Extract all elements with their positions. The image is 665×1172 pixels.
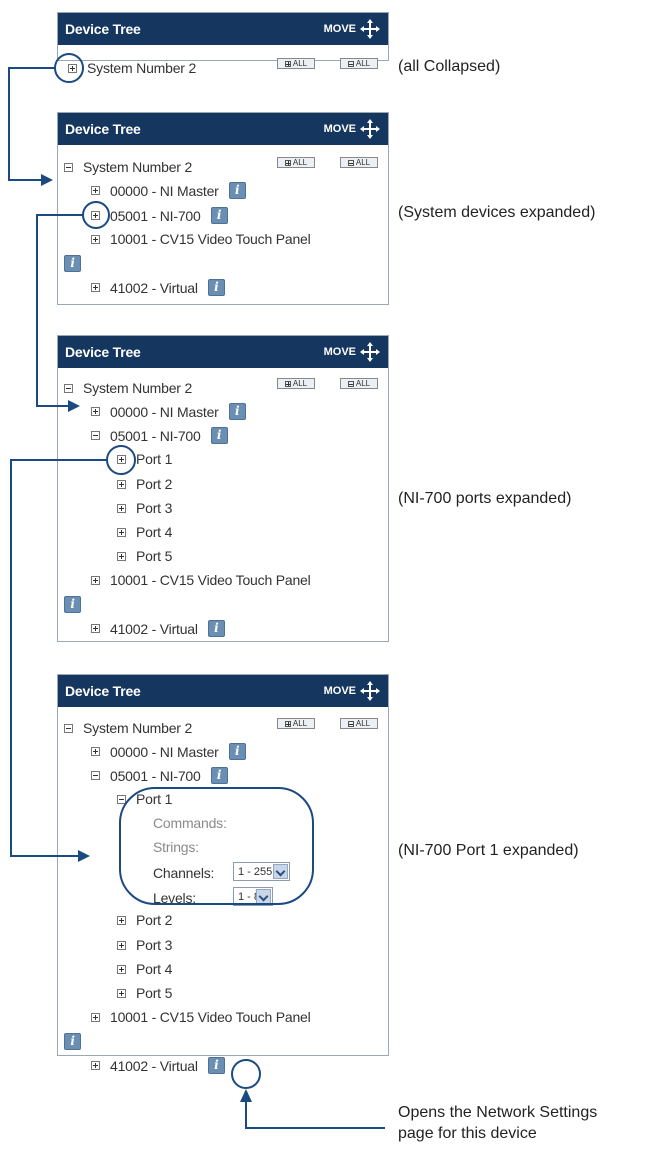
arrowhead <box>78 850 90 862</box>
arrowheads <box>41 174 252 1102</box>
highlight-circle <box>106 445 136 475</box>
connector-line <box>8 67 55 181</box>
arrowhead <box>68 400 80 412</box>
highlight-callout <box>119 787 314 905</box>
annotation-overlay <box>8 53 385 1129</box>
arrowhead <box>41 174 53 186</box>
highlight-circle <box>54 53 84 83</box>
connector-line <box>245 1102 385 1129</box>
connector-line <box>10 459 107 857</box>
connector-line <box>36 214 83 407</box>
highlight-circle <box>231 1059 261 1089</box>
highlight-circle <box>82 201 110 229</box>
arrowhead <box>240 1089 252 1102</box>
